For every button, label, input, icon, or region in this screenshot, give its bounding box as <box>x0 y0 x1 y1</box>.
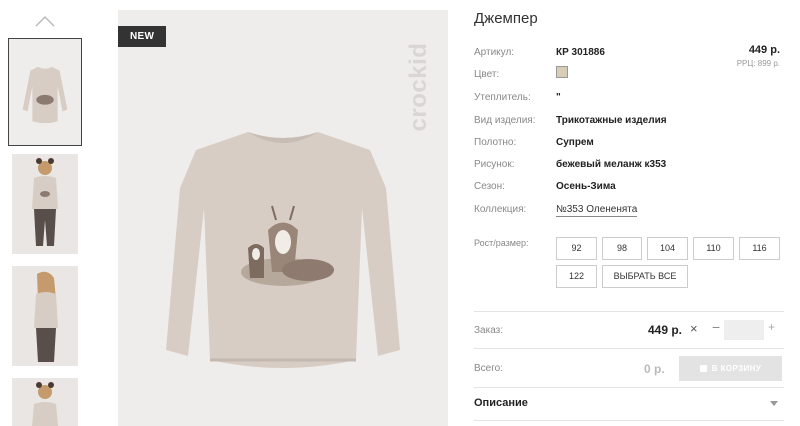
thumbnail-model-pose[interactable] <box>12 378 78 426</box>
attr-fabric: Полотно: Супрем <box>474 137 594 148</box>
attr-insulation: Утеплитель: " <box>474 92 561 103</box>
size-button-122[interactable]: 122 <box>556 265 597 288</box>
sweater-image <box>166 132 400 368</box>
size-button-92[interactable]: 92 <box>556 237 597 260</box>
total-value: 0 р. <box>644 362 665 376</box>
attr-season: Сезон: Осень-Зима <box>474 181 616 192</box>
size-button-116[interactable]: 116 <box>739 237 780 260</box>
product-info-panel: Джемпер 449 р. РРЦ: 899 р. Артикул: КР 3… <box>474 0 784 426</box>
divider <box>474 311 784 312</box>
thumbnail-model-side[interactable] <box>12 266 78 366</box>
product-title: Джемпер <box>474 10 538 27</box>
description-toggle[interactable]: Описание <box>474 397 528 409</box>
size-button-98[interactable]: 98 <box>602 237 642 260</box>
collection-link[interactable]: №353 Олененята <box>556 204 638 217</box>
thumbnail-sweater[interactable] <box>8 38 82 146</box>
color-swatch[interactable] <box>556 66 568 78</box>
size-button-104[interactable]: 104 <box>647 237 688 260</box>
size-button-110[interactable]: 110 <box>693 237 734 260</box>
thumbnail-model-front[interactable] <box>12 154 78 254</box>
divider <box>474 387 784 388</box>
divider <box>474 348 784 349</box>
add-to-cart-button[interactable]: В КОРЗИНУ <box>679 356 782 381</box>
main-product-image[interactable]: NEW crockid <box>118 10 448 426</box>
chevron-up-icon[interactable] <box>34 14 56 28</box>
divider <box>474 420 784 421</box>
sizes-label: Рост/размер: <box>474 238 529 248</box>
attr-article: Артикул: КР 301886 <box>474 47 605 58</box>
thumbnail-column <box>0 0 100 426</box>
increase-button[interactable]: + <box>768 320 775 334</box>
chevron-down-icon[interactable] <box>770 401 778 406</box>
attr-color: Цвет: <box>474 66 784 84</box>
brand-watermark: crockid <box>405 42 432 132</box>
attr-collection: Коллекция: №353 Олененята <box>474 204 638 217</box>
decrease-button[interactable]: − <box>712 319 720 335</box>
attr-product-type: Вид изделия: Трикотажные изделия <box>474 115 667 126</box>
bag-icon <box>699 365 707 372</box>
quantity-input[interactable] <box>724 320 764 340</box>
new-badge: NEW <box>118 26 167 47</box>
remove-icon[interactable]: × <box>690 321 698 336</box>
total-label: Всего: <box>474 363 503 374</box>
attr-pattern: Рисунок: бежевый меланж к353 <box>474 159 667 170</box>
select-all-sizes-button[interactable]: ВЫБРАТЬ ВСЕ <box>602 265 688 288</box>
order-label: Заказ: <box>474 325 504 336</box>
order-price: 449 р. <box>648 323 683 337</box>
